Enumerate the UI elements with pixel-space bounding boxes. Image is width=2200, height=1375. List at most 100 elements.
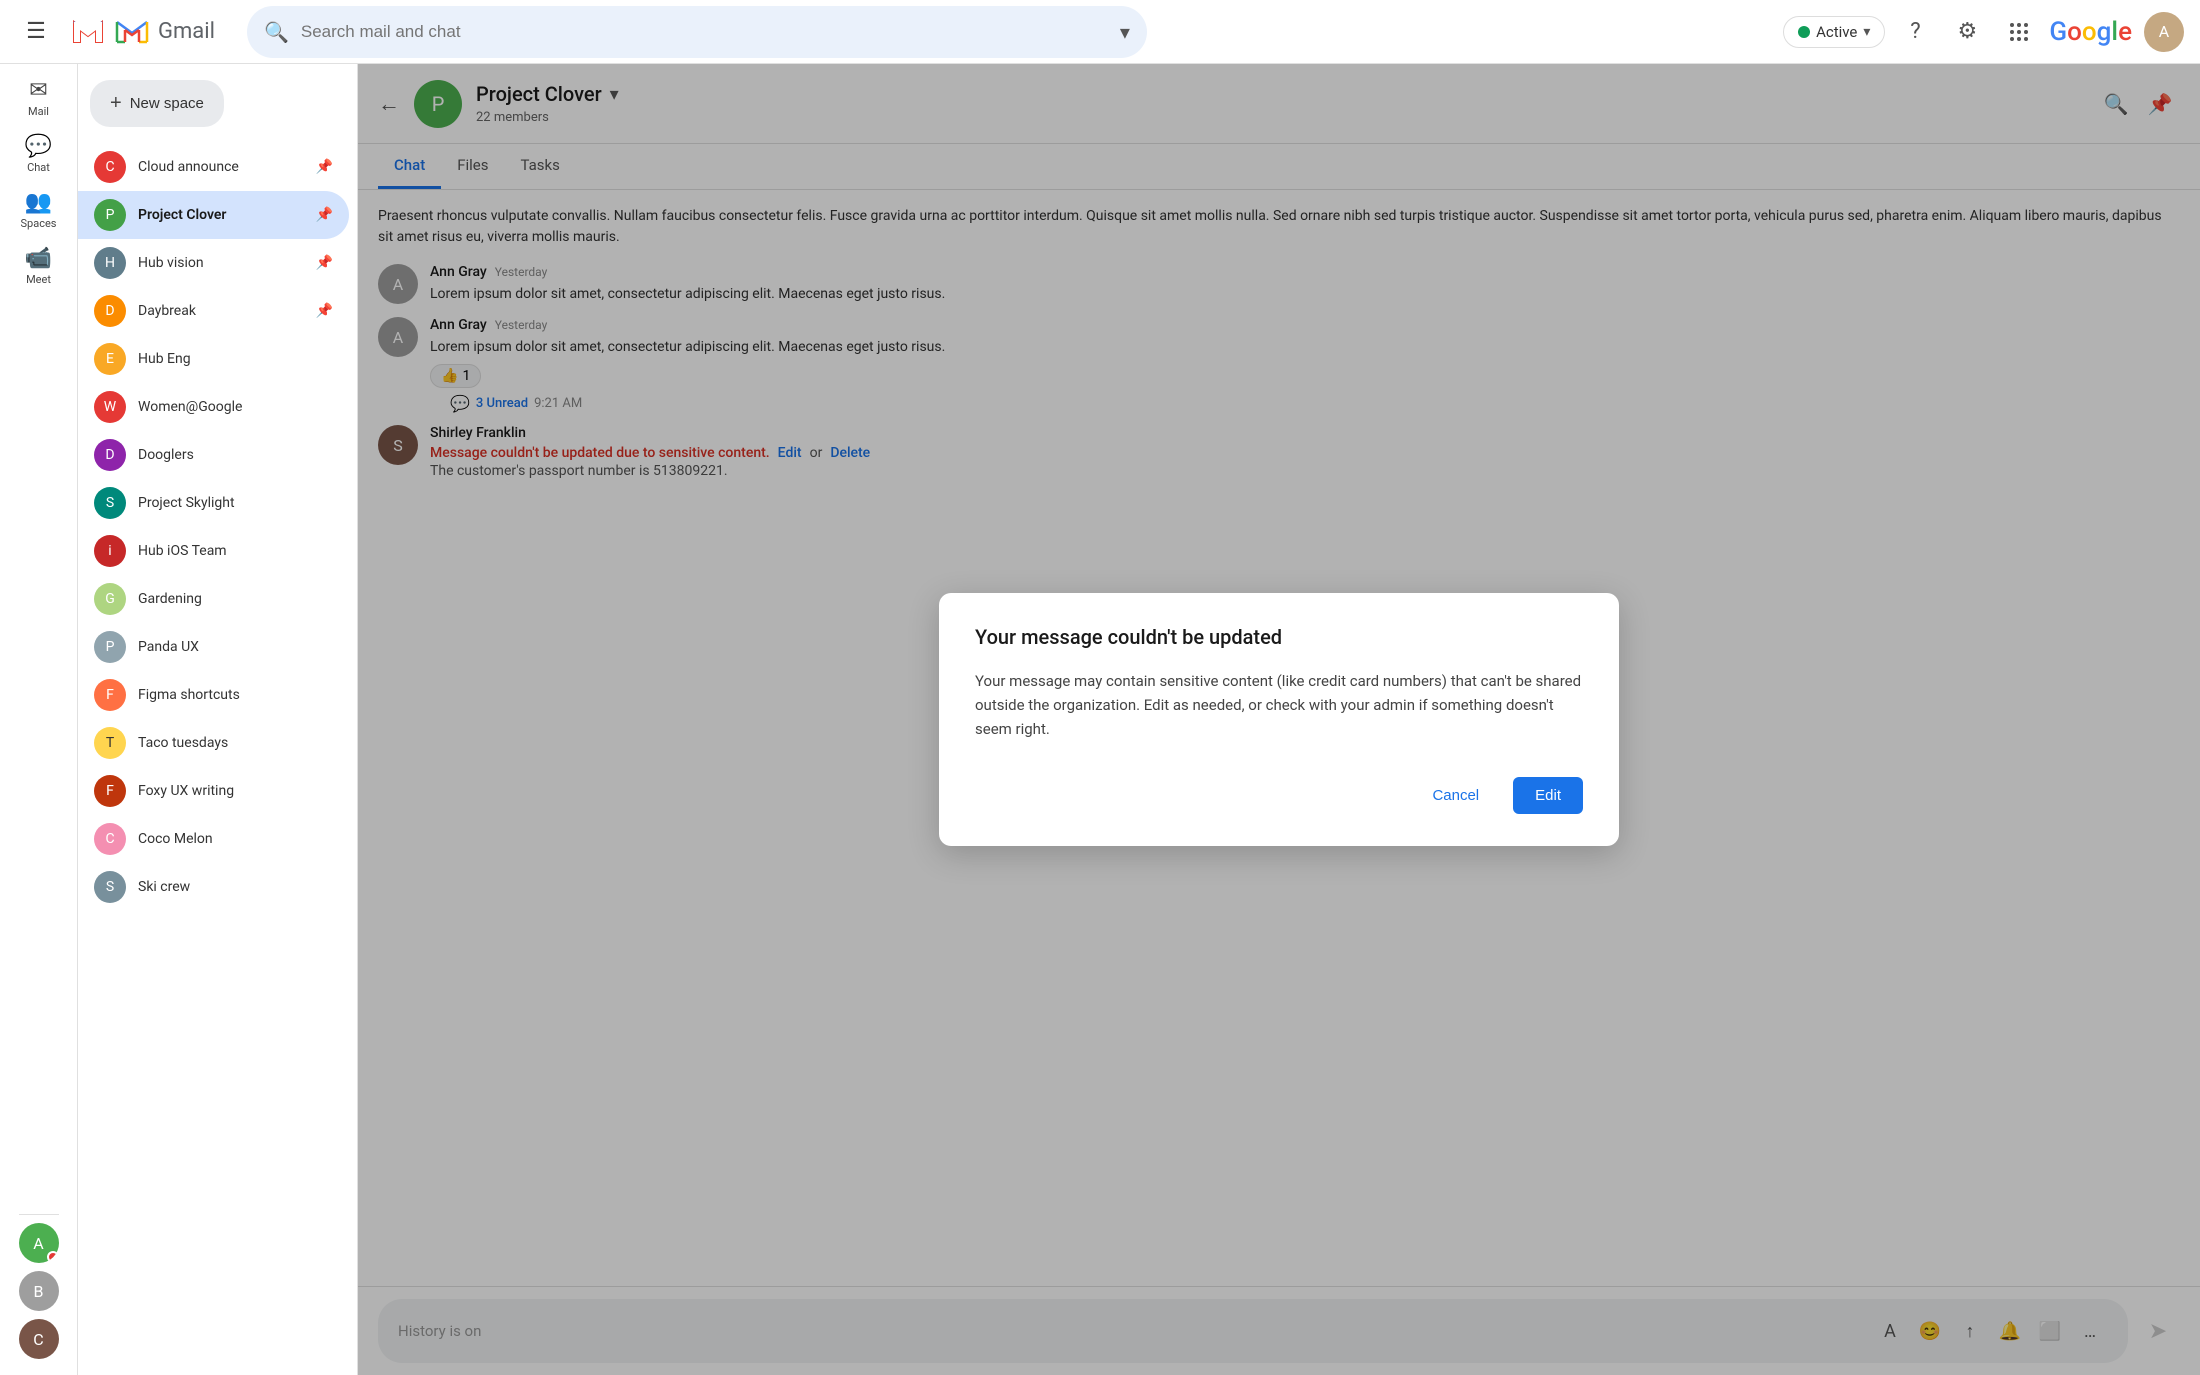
- space-item-panda-ux[interactable]: P Panda UX: [78, 623, 349, 671]
- space-item-gardening[interactable]: G Gardening: [78, 575, 349, 623]
- space-item-women-google[interactable]: W Women@Google: [78, 383, 349, 431]
- avatar-initial-3: C: [33, 1330, 43, 1349]
- new-space-label: New space: [130, 95, 204, 112]
- space-item-ski-crew[interactable]: S Ski crew: [78, 863, 349, 911]
- new-space-button[interactable]: + New space: [90, 80, 224, 127]
- spaces-label: Spaces: [21, 217, 57, 230]
- menu-button[interactable]: ☰: [16, 12, 56, 52]
- bottom-avatar-2[interactable]: B: [19, 1271, 59, 1311]
- space-name-cloud-announce: Cloud announce: [138, 159, 304, 175]
- meet-icon: 📹: [25, 246, 52, 271]
- hamburger-icon: ☰: [26, 19, 46, 44]
- chat-area: ← P Project Clover ▾ 22 members 🔍 📌 Chat: [358, 64, 2200, 1375]
- bottom-avatar-3[interactable]: C: [19, 1319, 59, 1359]
- avatar-notification-badge: [47, 1251, 59, 1263]
- gmail-m-icon: [68, 12, 108, 52]
- space-item-daybreak[interactable]: D Daybreak 📌: [78, 287, 349, 335]
- space-name-figma-shortcuts: Figma shortcuts: [138, 687, 333, 703]
- mail-icon: ✉: [29, 78, 47, 103]
- sidebar-item-mail[interactable]: ✉ Mail: [7, 72, 71, 124]
- modal-overlay: Your message couldn't be updated Your me…: [358, 64, 2200, 1375]
- settings-button[interactable]: ⚙: [1945, 10, 1989, 54]
- update-error-modal: Your message couldn't be updated Your me…: [939, 593, 1619, 846]
- chat-label: Chat: [27, 161, 50, 174]
- space-name-hub-ios: Hub iOS Team: [138, 543, 333, 559]
- active-dot-icon: [1798, 26, 1810, 38]
- space-avatar-gardening: G: [94, 583, 126, 615]
- active-chevron-icon: ▾: [1863, 24, 1870, 40]
- space-name-project-skylight: Project Skylight: [138, 495, 333, 511]
- space-name-foxy-ux: Foxy UX writing: [138, 783, 333, 799]
- avatar-initial-2: B: [34, 1282, 44, 1301]
- pin-icon-daybreak: 📌: [316, 303, 333, 319]
- sidebar-item-chat[interactable]: 💬 Chat: [7, 128, 71, 180]
- modal-body: Your message may contain sensitive conte…: [975, 669, 1583, 741]
- space-name-hub-eng: Hub Eng: [138, 351, 333, 367]
- space-avatar-foxy-ux: F: [94, 775, 126, 807]
- search-icon: 🔍: [264, 20, 289, 44]
- space-name-taco-tuesdays: Taco tuesdays: [138, 735, 333, 751]
- space-item-cloud-announce[interactable]: C Cloud announce 📌: [78, 143, 349, 191]
- space-name-hub-vision: Hub vision: [138, 255, 304, 271]
- space-name-ski-crew: Ski crew: [138, 879, 333, 895]
- space-item-foxy-ux[interactable]: F Foxy UX writing: [78, 767, 349, 815]
- google-logo: Google: [2049, 17, 2132, 47]
- space-avatar-hub-vision: H: [94, 247, 126, 279]
- space-avatar-panda-ux: P: [94, 631, 126, 663]
- pin-icon-cloud-announce: 📌: [316, 159, 333, 175]
- edit-button[interactable]: Edit: [1513, 777, 1583, 814]
- space-avatar-women-google: W: [94, 391, 126, 423]
- main-area: ✉ Mail 💬 Chat 👥 Spaces 📹 Meet A B C: [0, 64, 2200, 1375]
- space-avatar-taco-tuesdays: T: [94, 727, 126, 759]
- chat-icon: 💬: [25, 134, 52, 159]
- space-item-taco-tuesdays[interactable]: T Taco tuesdays: [78, 719, 349, 767]
- search-input[interactable]: [301, 22, 1108, 42]
- space-item-hub-ios[interactable]: i Hub iOS Team: [78, 527, 349, 575]
- plus-icon: +: [110, 92, 122, 115]
- space-avatar-hub-eng: E: [94, 343, 126, 375]
- search-dropdown-icon[interactable]: ▾: [1120, 20, 1130, 44]
- space-item-coco-melon[interactable]: C Coco Melon: [78, 815, 349, 863]
- sidebar-item-meet[interactable]: 📹 Meet: [7, 240, 71, 292]
- bottom-avatar-1[interactable]: A: [19, 1223, 59, 1263]
- space-avatar-project-clover: P: [94, 199, 126, 231]
- help-icon: ?: [1910, 19, 1920, 44]
- search-bar[interactable]: 🔍 ▾: [247, 6, 1147, 58]
- space-item-project-clover[interactable]: P Project Clover 📌: [78, 191, 349, 239]
- space-item-figma-shortcuts[interactable]: F Figma shortcuts: [78, 671, 349, 719]
- space-item-project-skylight[interactable]: S Project Skylight: [78, 479, 349, 527]
- bottom-avatars: A B C: [19, 1214, 59, 1367]
- space-name-project-clover: Project Clover: [138, 207, 304, 223]
- space-avatar-project-skylight: S: [94, 487, 126, 519]
- left-rail: ✉ Mail 💬 Chat 👥 Spaces 📹 Meet A B C: [0, 64, 78, 1375]
- space-item-hub-eng[interactable]: E Hub Eng: [78, 335, 349, 383]
- spaces-sidebar: + New space C Cloud announce 📌 P Project…: [78, 64, 358, 1375]
- space-item-hub-vision[interactable]: H Hub vision 📌: [78, 239, 349, 287]
- space-avatar-coco-melon: C: [94, 823, 126, 855]
- gmail-logo: Gmail: [68, 12, 215, 52]
- mail-label: Mail: [28, 105, 49, 118]
- modal-title: Your message couldn't be updated: [975, 625, 1583, 649]
- user-initial: A: [2159, 22, 2169, 41]
- user-avatar[interactable]: A: [2144, 12, 2184, 52]
- cancel-button[interactable]: Cancel: [1410, 777, 1501, 814]
- space-avatar-ski-crew: S: [94, 871, 126, 903]
- space-name-panda-ux: Panda UX: [138, 639, 333, 655]
- space-avatar-cloud-announce: C: [94, 151, 126, 183]
- active-status-button[interactable]: Active ▾: [1783, 16, 1885, 48]
- apps-button[interactable]: [1997, 10, 2041, 54]
- modal-actions: Cancel Edit: [975, 777, 1583, 814]
- space-name-coco-melon: Coco Melon: [138, 831, 333, 847]
- sidebar-item-spaces[interactable]: 👥 Spaces: [7, 184, 71, 236]
- gear-icon: ⚙: [1958, 19, 1978, 44]
- topbar-right: Active ▾ ? ⚙ Google A: [1783, 10, 2184, 54]
- space-avatar-dooglers: D: [94, 439, 126, 471]
- space-name-dooglers: Dooglers: [138, 447, 333, 463]
- help-button[interactable]: ?: [1893, 10, 1937, 54]
- pin-icon-hub-vision: 📌: [316, 255, 333, 271]
- active-label: Active: [1816, 23, 1857, 41]
- space-item-dooglers[interactable]: D Dooglers: [78, 431, 349, 479]
- space-name-women-google: Women@Google: [138, 399, 333, 415]
- topbar: ☰ Gmail 🔍: [0, 0, 2200, 64]
- avatar-initial-1: A: [33, 1234, 43, 1253]
